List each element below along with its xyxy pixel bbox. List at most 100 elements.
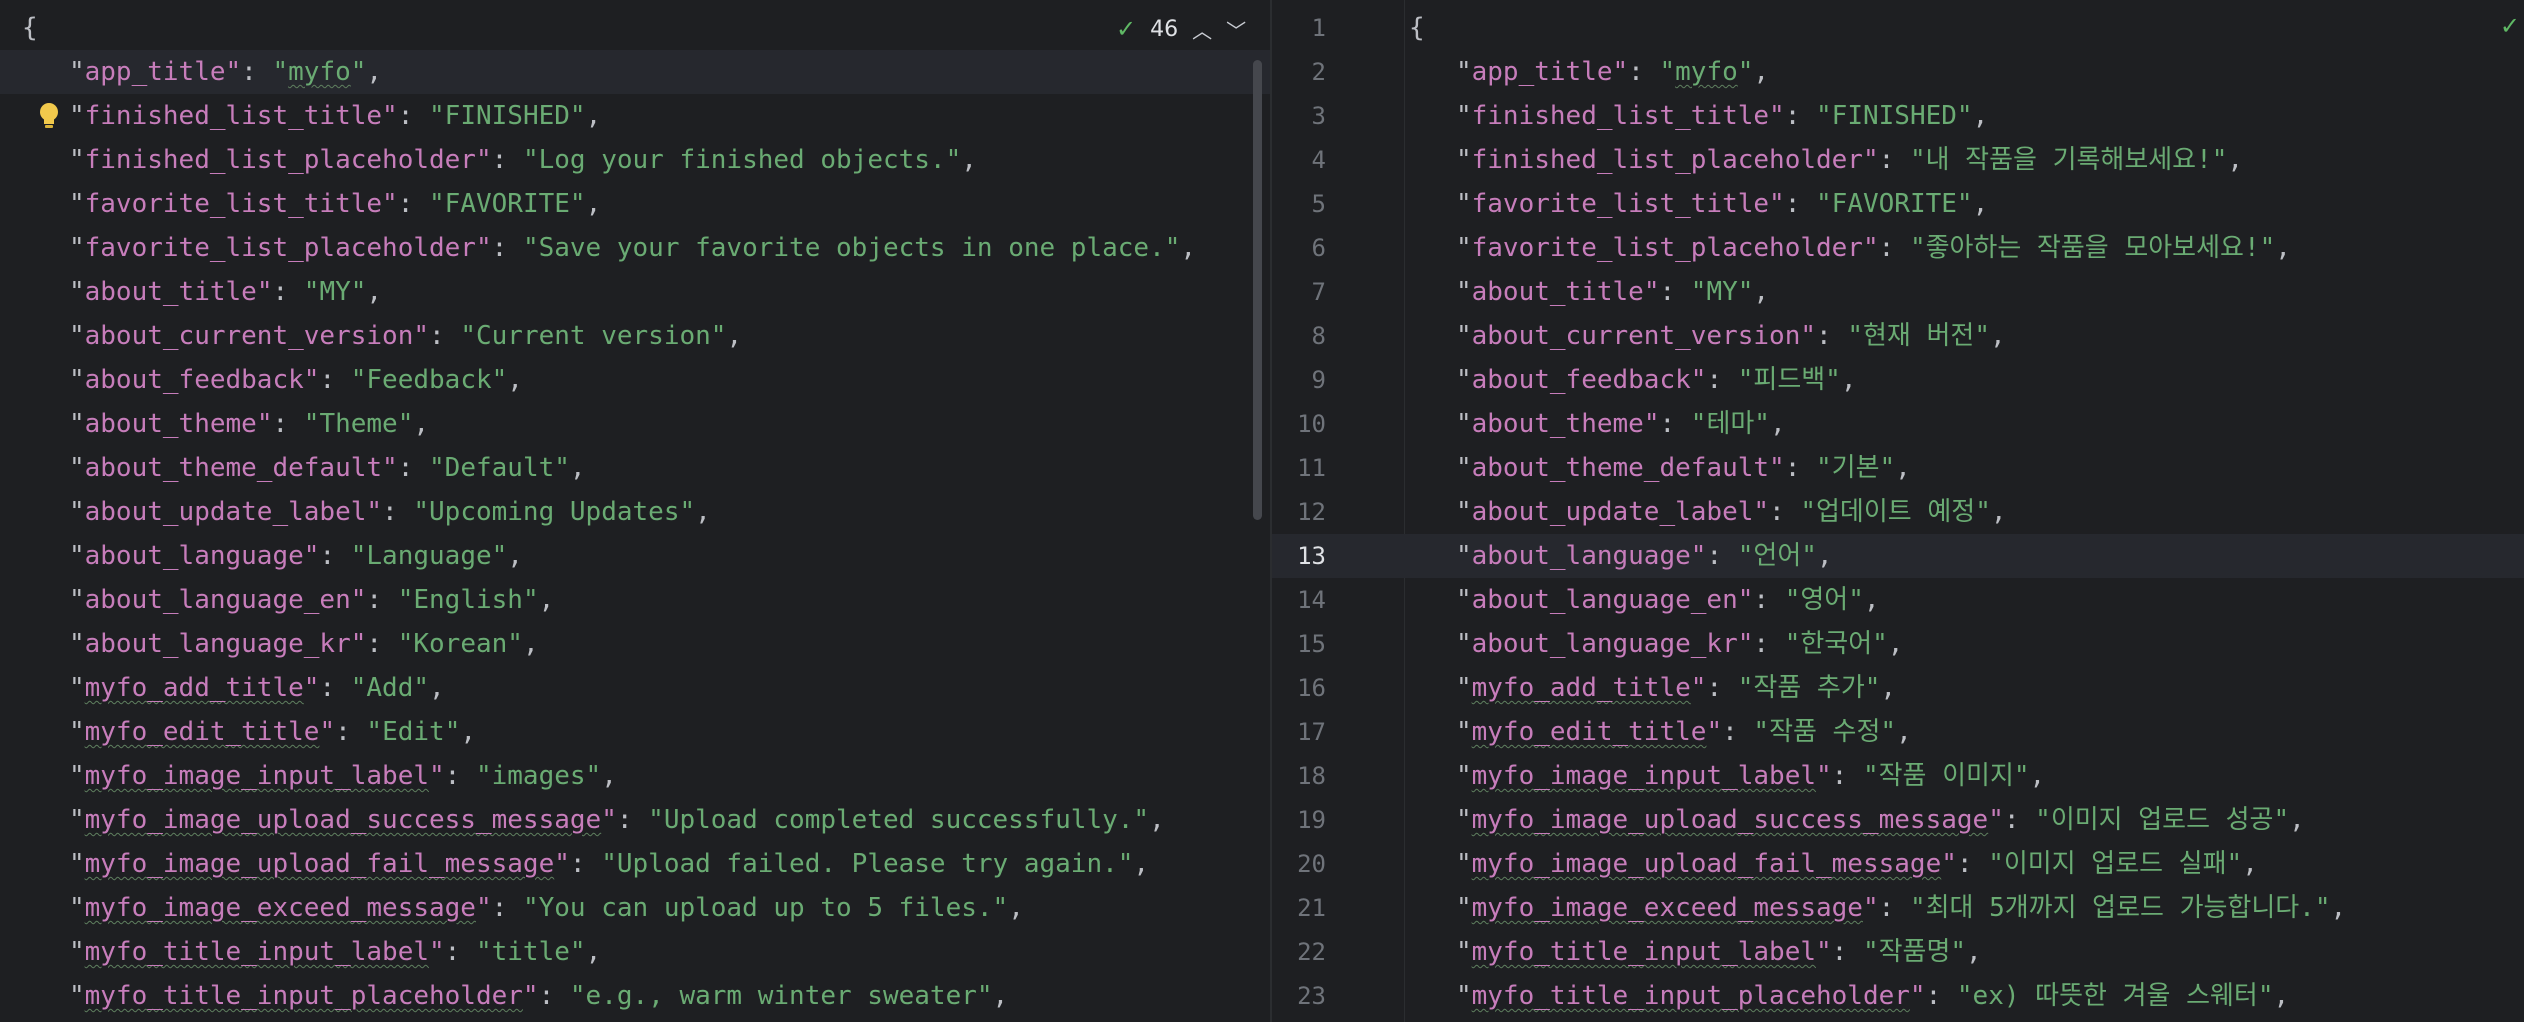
json-value: 테마 (1706, 409, 1755, 439)
diff-editor: { "app_title": "myfo", "finished_list_ti… (0, 0, 2524, 1022)
quote: " (429, 761, 445, 791)
code-text: "myfo_image_exceed_message": "최대 5개까지 업로… (1409, 886, 2346, 930)
brace: { (22, 13, 38, 43)
code-line[interactable]: 22 "myfo_title_input_label": "작품명", (1272, 930, 2524, 974)
comma: , (1133, 849, 1150, 879)
quote: " (1800, 321, 1817, 351)
code-text: "app_title": "myfo", (1409, 50, 1769, 94)
colon: : (272, 409, 304, 439)
left-editor-pane[interactable]: { "app_title": "myfo", "finished_list_ti… (0, 0, 1270, 1022)
code-line[interactable]: "about_language_kr": "Korean", (0, 622, 1270, 666)
code-line[interactable]: 17 "myfo_edit_title": "작품 수정", (1272, 710, 2524, 754)
comma: , (1863, 585, 1880, 615)
inspection-widget[interactable]: ✓ 46 ︿ ﹀ (1108, 12, 1255, 46)
code-line[interactable]: "favorite_list_title": "FAVORITE", (0, 182, 1270, 226)
quote: " (303, 365, 320, 395)
code-line[interactable]: "about_theme": "Theme", (0, 402, 1270, 446)
quote: " (22, 453, 85, 483)
code-line[interactable]: "myfo_title_input_placeholder": "e.g., w… (0, 974, 1270, 1018)
code-line[interactable]: 21 "myfo_image_exceed_message": "최대 5개까지… (1272, 886, 2524, 930)
code-line[interactable]: "favorite_list_placeholder": "Save your … (0, 226, 1270, 270)
code-line[interactable]: 20 "myfo_image_upload_fail_message": "이미… (1272, 842, 2524, 886)
code-text: "about_language": "언어", (1409, 534, 1833, 578)
quote: " (22, 761, 85, 791)
code-line[interactable]: "myfo_image_upload_success_message": "Up… (0, 798, 1270, 842)
code-line[interactable]: "about_update_label": "Upcoming Updates"… (0, 490, 1270, 534)
code-line[interactable]: 8 "about_current_version": "현재 버전", (1272, 314, 2524, 358)
chevron-down-icon[interactable]: ﹀ (1226, 15, 1246, 44)
quote: " (1409, 145, 1472, 175)
code-line[interactable]: "myfo_image_exceed_message": "You can up… (0, 886, 1270, 930)
code-line[interactable]: 4 "finished_list_placeholder": "내 작품을 기록… (1272, 138, 2524, 182)
right-editor-pane[interactable]: 1{2 "app_title": "myfo", 3 "finished_list… (1272, 0, 2524, 1022)
json-key: myfo_image_upload_success_message (1471, 805, 1989, 835)
vertical-scrollbar[interactable] (1253, 60, 1262, 520)
quote: " (22, 585, 85, 615)
quote: " (22, 805, 85, 835)
quote: " (1754, 409, 1770, 439)
line-number: 11 (1297, 454, 1326, 482)
colon: : (2003, 805, 2036, 835)
quote: " (2211, 145, 2228, 175)
quote: " (1862, 145, 1879, 175)
line-number: 13 (1297, 542, 1326, 570)
quote: " (601, 849, 617, 879)
quote: " (992, 893, 1009, 923)
code-line[interactable]: "app_title": "myfo", (0, 50, 1270, 94)
code-line[interactable]: "myfo_image_upload_fail_message": "Uploa… (0, 842, 1270, 886)
quote: " (1659, 57, 1676, 87)
code-line[interactable]: "finished_list_title": "FINISHED", (0, 94, 1270, 138)
code-line[interactable]: 9 "about_feedback": "피드백", (1272, 358, 2524, 402)
quote: " (522, 893, 539, 923)
colon: : (1784, 453, 1817, 483)
code-line[interactable]: 18 "myfo_image_input_label": "작품 이미지", (1272, 754, 2524, 798)
code-line[interactable]: "about_current_version": "Current versio… (0, 314, 1270, 358)
code-line[interactable]: "myfo_add_title": "Add", (0, 666, 1270, 710)
code-line[interactable]: "about_language": "Language", (0, 534, 1270, 578)
code-line[interactable]: 12 "about_update_label": "업데이트 예정", (1272, 490, 2524, 534)
code-line[interactable]: 6 "favorite_list_placeholder": "좋아하는 작품을… (1272, 226, 2524, 270)
code-line[interactable]: { (0, 6, 1270, 50)
json-value: 이미지 업로드 실패 (2003, 849, 2227, 879)
code-line[interactable]: "about_theme_default": "Default", (0, 446, 1270, 490)
code-line[interactable]: 1{ (1272, 6, 2524, 50)
code-line[interactable]: "about_title": "MY", (0, 270, 1270, 314)
code-line[interactable]: "finished_list_placeholder": "Log your f… (0, 138, 1270, 182)
colon: : (1769, 497, 1801, 527)
code-line[interactable]: "myfo_title_input_label": "title", (0, 930, 1270, 974)
code-line[interactable]: 23 "myfo_title_input_placeholder": "ex) … (1272, 974, 2524, 1018)
quote: " (475, 893, 492, 923)
code-text: "myfo_image_upload_success_message": "Up… (22, 798, 1165, 842)
code-line[interactable]: 14 "about_language_en": "영어", (1272, 578, 2524, 622)
code-line[interactable]: 11 "about_theme_default": "기본", (1272, 446, 2524, 490)
chevron-up-icon[interactable]: ︿ (1192, 15, 1212, 44)
code-line[interactable]: "about_feedback": "Feedback", (0, 358, 1270, 402)
json-key: myfo_image_input_label (84, 761, 429, 791)
code-line[interactable]: 13 "about_language": "언어", (1272, 534, 2524, 578)
comma: , (2273, 981, 2290, 1011)
quote: " (350, 629, 367, 659)
code-line[interactable]: 19 "myfo_image_upload_success_message": … (1272, 798, 2524, 842)
quote: " (1409, 57, 1472, 87)
quote: " (1409, 849, 1472, 879)
code-line[interactable]: "myfo_image_input_label": "images", (0, 754, 1270, 798)
quote: " (1690, 365, 1707, 395)
code-line[interactable]: "myfo_edit_title": "Edit", (0, 710, 1270, 754)
code-line[interactable]: 16 "myfo_add_title": "작품 추가", (1272, 666, 2524, 710)
code-line[interactable]: "about_language_en": "English", (0, 578, 1270, 622)
quote: " (475, 761, 492, 791)
line-number: 15 (1297, 630, 1326, 658)
code-line[interactable]: 15 "about_language_kr": "한국어", (1272, 622, 2524, 666)
code-line[interactable]: 5 "favorite_list_title": "FAVORITE", (1272, 182, 2524, 226)
code-text: "about_language": "Language", (22, 534, 523, 578)
code-line[interactable]: 2 "app_title": "myfo", (1272, 50, 2524, 94)
code-line[interactable]: 10 "about_theme": "테마", (1272, 402, 2524, 446)
quote: " (1690, 409, 1707, 439)
quote: " (945, 145, 962, 175)
lightbulb-icon[interactable] (36, 101, 62, 131)
quote: " (1409, 453, 1472, 483)
code-line[interactable]: 7 "about_title": "MY", (1272, 270, 2524, 314)
quote: " (1862, 761, 1879, 791)
code-text: { (1409, 6, 1425, 50)
code-line[interactable]: 3 "finished_list_title": "FINISHED", (1272, 94, 2524, 138)
